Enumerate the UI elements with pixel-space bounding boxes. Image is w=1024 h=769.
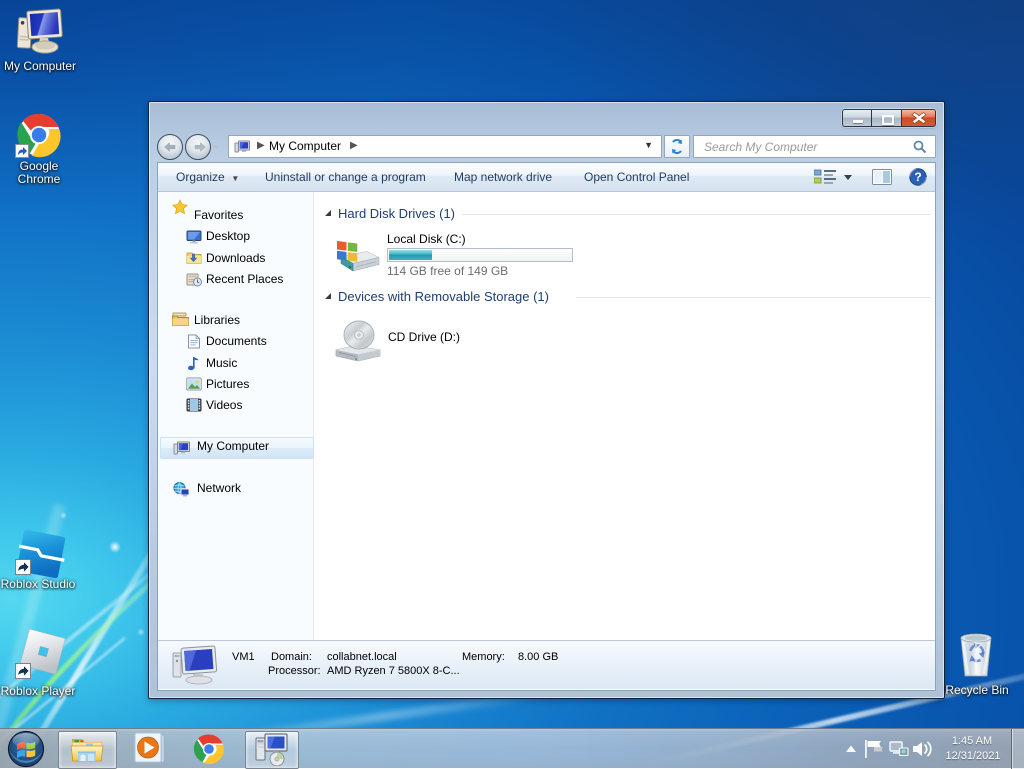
svg-text:?: ? [914, 170, 921, 184]
